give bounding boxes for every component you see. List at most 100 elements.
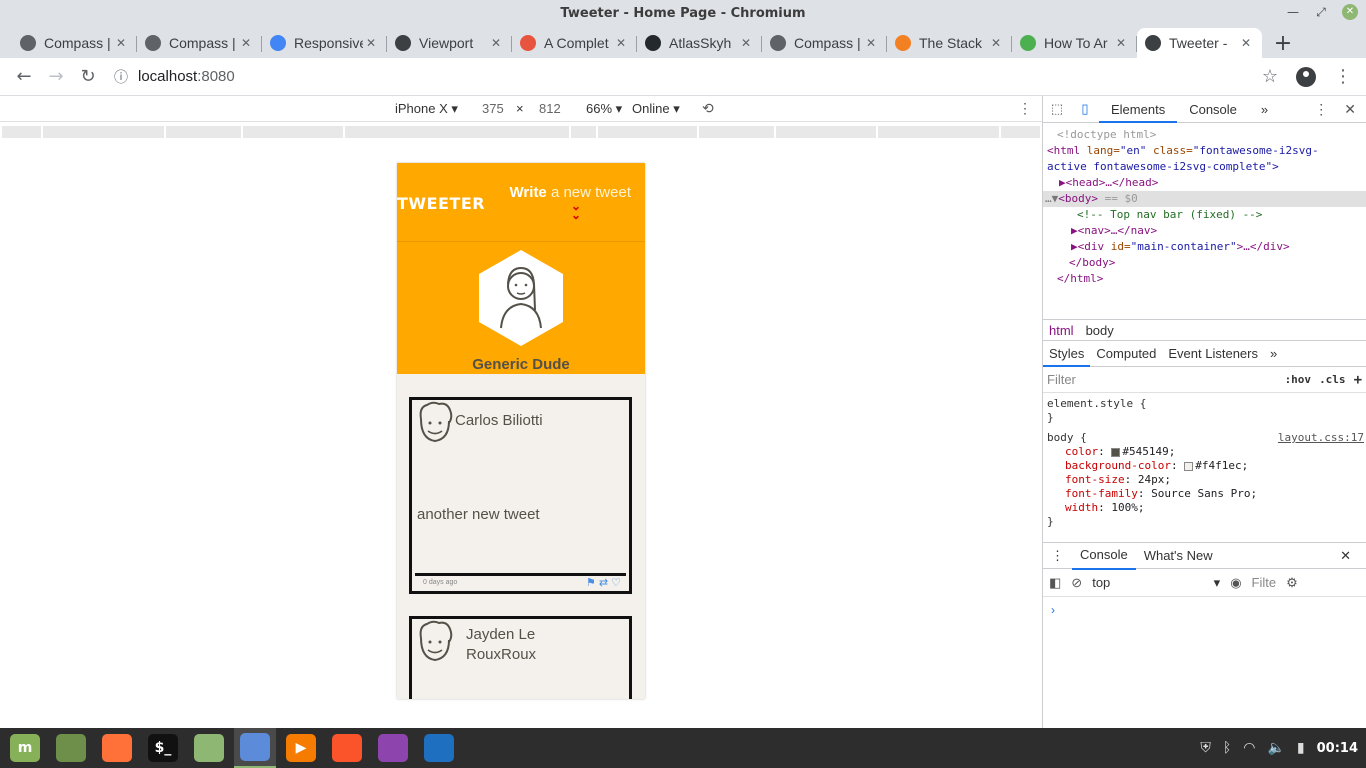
taskbar-app[interactable] (50, 728, 92, 768)
rotate-icon[interactable]: ⟲ (702, 100, 714, 117)
browser-tab[interactable]: AtlasSkyh ✕ (637, 28, 762, 58)
color-swatch-icon[interactable] (1184, 461, 1194, 471)
device-select[interactable]: iPhone X ▾ (395, 101, 458, 117)
minimize-icon[interactable]: — (1286, 5, 1300, 19)
devtools-menu-icon[interactable]: ⋮ (1314, 101, 1328, 118)
browser-tab[interactable]: Tweeter - ✕ (1137, 28, 1262, 58)
dom-body-close[interactable]: </body> (1043, 255, 1366, 271)
tab-close-icon[interactable]: ✕ (488, 36, 504, 50)
clear-console-icon[interactable]: ⊘ (1071, 575, 1082, 591)
style-property[interactable]: font-family: Source Sans Pro; (1047, 487, 1362, 501)
bookmark-star-icon[interactable]: ☆ (1262, 66, 1278, 87)
browser-tab[interactable]: Compass | ✕ (762, 28, 887, 58)
drawer-tab-console[interactable]: Console (1072, 542, 1136, 570)
context-select[interactable]: top ▾ (1092, 575, 1220, 591)
dom-body-node[interactable]: …▼<body> == $0 (1043, 191, 1366, 207)
media-query-ruler[interactable] (0, 123, 1042, 139)
tab-console[interactable]: Console (1177, 96, 1249, 123)
dom-head-node[interactable]: ▶<head>…</head> (1043, 175, 1366, 191)
taskbar-app[interactable] (418, 728, 460, 768)
hov-toggle[interactable]: :hov (1285, 373, 1312, 386)
retweet-icon[interactable]: ⇄ (599, 576, 608, 589)
tab-close-icon[interactable]: ✕ (238, 36, 254, 50)
dom-comment[interactable]: <!-- Top nav bar (fixed) --> (1043, 207, 1366, 223)
more-tabs-button[interactable]: » (1249, 96, 1280, 123)
wifi-icon[interactable]: ◠ (1243, 740, 1255, 756)
taskbar-app[interactable]: m (4, 728, 46, 768)
browser-menu-icon[interactable]: ⋮ (1334, 66, 1352, 87)
tab-close-icon[interactable]: ✕ (363, 36, 379, 50)
style-property[interactable]: font-size: 24px; (1047, 473, 1362, 487)
taskbar-app[interactable] (326, 728, 368, 768)
forward-button[interactable]: → (40, 61, 72, 93)
taskbar-app[interactable]: $_ (142, 728, 184, 768)
double-chevron-down-icon[interactable]: ⌄ ⌄ (571, 200, 581, 221)
tab-close-icon[interactable]: ✕ (738, 36, 754, 50)
reload-button[interactable]: ↻ (72, 61, 104, 93)
tab-event-listeners[interactable]: Event Listeners (1162, 341, 1264, 367)
restore-icon[interactable]: ⤢ (1314, 5, 1328, 20)
device-toggle-icon[interactable]: ▯ (1071, 101, 1099, 117)
volume-icon[interactable]: 🔈 (1267, 740, 1284, 756)
drawer-close-icon[interactable]: ✕ (1332, 543, 1359, 569)
tab-close-icon[interactable]: ✕ (113, 36, 129, 50)
bluetooth-icon[interactable]: ᛒ (1223, 740, 1231, 756)
browser-tab[interactable]: Compass | ✕ (137, 28, 262, 58)
style-property[interactable]: width: 100%; (1047, 501, 1362, 515)
taskbar-app[interactable] (372, 728, 414, 768)
dom-html-node[interactable]: <html lang="en" class="fontawesome-i2svg… (1043, 143, 1366, 159)
new-rule-icon[interactable]: + (1354, 372, 1362, 388)
crumb-body[interactable]: body (1080, 323, 1120, 338)
network-throttle-select[interactable]: Online ▾ (632, 101, 680, 117)
shield-icon[interactable]: ⛨ (1200, 740, 1211, 756)
dom-doctype[interactable]: <!doctype html> (1043, 127, 1366, 143)
browser-tab[interactable]: How To Ar ✕ (1012, 28, 1137, 58)
tab-close-icon[interactable]: ✕ (613, 36, 629, 50)
tab-close-icon[interactable]: ✕ (1113, 36, 1129, 50)
device-width-input[interactable]: 375 (482, 101, 504, 116)
inspect-element-icon[interactable]: ⬚ (1043, 101, 1071, 117)
dom-html-close[interactable]: </html> (1043, 271, 1366, 287)
tab-close-icon[interactable]: ✕ (1238, 36, 1254, 50)
cls-toggle[interactable]: .cls (1319, 373, 1346, 386)
new-tab-button[interactable]: + (1268, 28, 1298, 58)
dom-nav-node[interactable]: ▶<nav>…</nav> (1043, 223, 1366, 239)
taskbar-app[interactable] (234, 728, 276, 768)
console-settings-icon[interactable]: ⚙ (1286, 575, 1298, 591)
profile-avatar-icon[interactable] (1296, 66, 1316, 87)
close-window-icon[interactable]: ✕ (1342, 4, 1358, 20)
tab-elements[interactable]: Elements (1099, 96, 1178, 123)
crumb-html[interactable]: html (1043, 323, 1080, 338)
drawer-menu-icon[interactable]: ⋮ (1043, 543, 1072, 569)
console-prompt[interactable]: › (1043, 597, 1366, 623)
drawer-tab-whats-new[interactable]: What's New (1136, 543, 1221, 569)
tab-computed[interactable]: Computed (1090, 341, 1162, 367)
styles-filter-input[interactable]: Filter (1047, 372, 1277, 387)
browser-tab[interactable]: The Stack ✕ (887, 28, 1012, 58)
browser-tab[interactable]: A Complet ✕ (512, 28, 637, 58)
clock[interactable]: 00:14 (1317, 741, 1358, 756)
console-sidebar-icon[interactable]: ◧ (1049, 575, 1061, 591)
style-property[interactable]: color: #545149; (1047, 445, 1362, 459)
battery-icon[interactable]: ▮ (1297, 740, 1305, 756)
live-expression-eye-icon[interactable]: ◉ (1230, 575, 1241, 591)
color-swatch-icon[interactable] (1111, 447, 1121, 457)
style-property[interactable]: background-color: #f4f1ec; (1047, 459, 1362, 473)
heart-icon[interactable]: ♡ (611, 576, 621, 589)
site-info-icon[interactable]: ⓘ (114, 67, 128, 87)
console-filter-input[interactable]: Filte (1252, 575, 1277, 590)
devtools-close-icon[interactable]: ✕ (1344, 101, 1356, 118)
rule-source-link[interactable]: layout.css:17 (1278, 431, 1364, 445)
back-button[interactable]: ← (8, 61, 40, 93)
flag-icon[interactable]: ⚑ (586, 576, 596, 589)
more-subtabs-button[interactable]: » (1264, 341, 1283, 367)
dom-div-node[interactable]: ▶<div id="main-container">…</div> (1043, 239, 1366, 255)
taskbar-app[interactable]: ▶ (280, 728, 322, 768)
element-style-selector[interactable]: element.style { (1047, 397, 1362, 411)
device-more-icon[interactable]: ⋮ (1018, 100, 1032, 117)
tab-styles[interactable]: Styles (1043, 341, 1091, 367)
brand-logo[interactable]: TWEETER (397, 194, 485, 213)
address-bar[interactable]: ⓘ localhost:8080 (114, 62, 1262, 92)
browser-tab[interactable]: Compass | ✕ (12, 28, 137, 58)
taskbar-app[interactable] (188, 728, 230, 768)
